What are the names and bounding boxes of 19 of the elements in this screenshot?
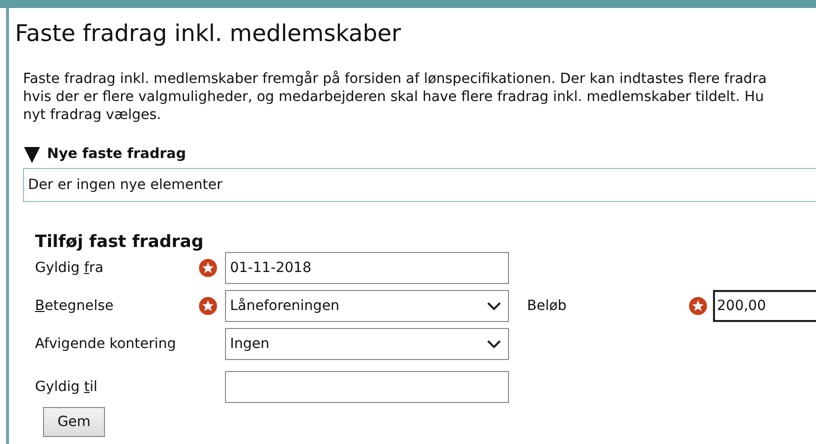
field-label: Beløb: [527, 298, 568, 314]
field-label: Gyldig til: [35, 379, 98, 395]
input-field[interactable]: 200,00: [713, 290, 816, 322]
section-title: Nye faste fradrag: [47, 146, 186, 162]
input-field[interactable]: [225, 371, 509, 403]
form-title: Tilføj fast fradrag: [35, 232, 205, 252]
empty-message: Der er ingen nye elementer: [23, 168, 816, 202]
dropdown[interactable]: Låneforeningen: [225, 290, 509, 322]
chevron-down-icon: [487, 340, 501, 348]
page-title: Faste fradrag inkl. medlemskaber: [15, 20, 402, 49]
intro-paragraph: Faste fradrag inkl. medlemskaber fremgår på forsiden af lønspecifikationen. Der kan indtastes flere fradra hvis der er flere valgmuligheder, og medarbejderen skal have flere fradrag inkl. medlemskaber tildelt. Hu nyt fradrag vælges.: [23, 70, 768, 124]
input-field[interactable]: 01-11-2018: [225, 252, 509, 284]
field-label: Afvigende kontering: [35, 336, 178, 352]
field-label: Gyldig fra: [35, 260, 104, 276]
collapse-triangle-icon[interactable]: [23, 145, 41, 163]
dropdown[interactable]: Ingen: [225, 328, 509, 360]
save-button[interactable]: Gem: [43, 407, 105, 437]
chevron-down-icon: [487, 302, 501, 310]
field-label: Betegnelse: [35, 298, 114, 314]
